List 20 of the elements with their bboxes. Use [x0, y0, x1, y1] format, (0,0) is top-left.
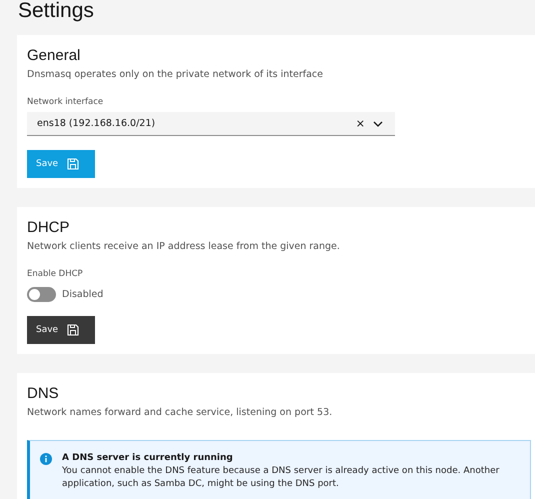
toggle-state: Disabled	[62, 289, 104, 300]
section-title: DHCP	[27, 218, 70, 238]
section-title: DNS	[27, 384, 59, 404]
section-description: Network names forward and cache service, listening on port 53.	[27, 406, 332, 420]
page-title: Settings	[18, 0, 95, 22]
field-label: Enable DHCP	[27, 268, 83, 280]
clear-icon[interactable]: ×	[356, 117, 365, 130]
interface-select[interactable]: ens18 (192.168.16.0/21) ×	[27, 112, 395, 136]
chevron-down-icon	[373, 120, 383, 126]
section-title: General	[27, 46, 80, 66]
section-description: Dnsmasq operates only on the private network of its interface	[27, 68, 323, 82]
notification-text: You cannot enable the DNS feature because a DNS server is already active on this node. Another application, such as Samba DC, might be using the DNS port.	[62, 465, 500, 491]
save-icon	[67, 158, 79, 170]
notification-title: A DNS server is currently running	[62, 452, 234, 465]
save-icon	[67, 324, 79, 336]
field-label: Network interface	[27, 96, 104, 108]
save-button[interactable]: Save	[27, 316, 95, 344]
toggle-switch[interactable]	[27, 287, 56, 302]
section-description: Network clients receive an IP address lease from the given range.	[27, 240, 340, 254]
info-icon	[40, 453, 52, 465]
